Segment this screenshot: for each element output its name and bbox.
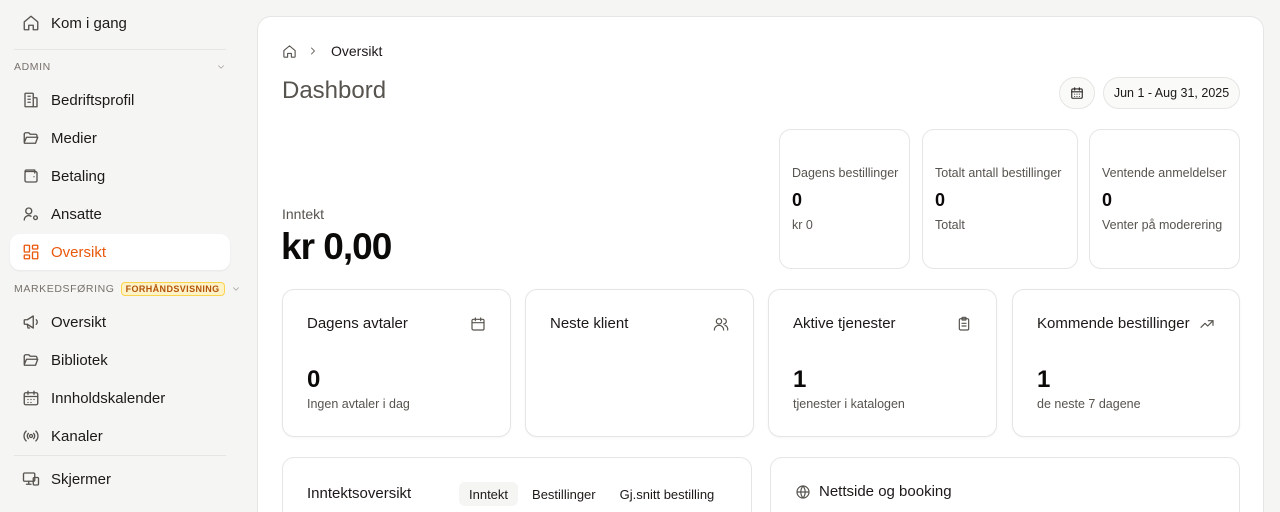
sidebar-item-label: Betaling <box>51 167 106 185</box>
home-icon <box>22 14 40 32</box>
calendar-icon <box>22 389 40 407</box>
website-booking-panel: Nettside og booking <box>770 457 1240 512</box>
sidebar-divider <box>14 455 226 456</box>
revenue-overview-tabs: Inntekt Bestillinger Gj.snitt bestilling <box>459 482 728 506</box>
sidebar-item-ansatte[interactable]: Ansatte <box>10 196 230 232</box>
kpi-value: 0 <box>792 190 803 210</box>
sidebar-item-label: Bibliotek <box>51 351 108 369</box>
globe-icon <box>795 484 811 500</box>
kpi-subtitle: Totalt <box>935 218 965 232</box>
card-value: 1 <box>1037 366 1051 393</box>
card-active-services[interactable]: Aktive tjenester 1 tjenester i katalogen <box>768 289 997 437</box>
wallet-icon <box>22 167 40 185</box>
sidebar-item-label: Oversikt <box>51 313 107 331</box>
sidebar-item-label: Skjermer <box>51 470 112 488</box>
page-title: Dashbord <box>282 77 387 104</box>
kpi-title: Totalt antall bestillinger <box>935 166 1062 180</box>
panel-title: Inntektsoversikt <box>307 485 412 502</box>
sidebar-item-skjermer[interactable]: Skjermer <box>10 461 230 497</box>
card-title: Neste klient <box>550 315 629 332</box>
sidebar-item-label: Bedriftsprofil <box>51 91 135 109</box>
sidebar-item-label: Innholdskalender <box>51 389 166 407</box>
folder-icon <box>22 351 40 369</box>
card-upcoming-orders[interactable]: Kommende bestillinger 1 de neste 7 dagen… <box>1012 289 1240 437</box>
screens-icon <box>22 470 40 488</box>
section-header-markedsforing[interactable]: MARKEDSFØRING FORHÅNDSVISNING <box>14 282 239 296</box>
card-next-client[interactable]: Neste klient <box>525 289 754 437</box>
sidebar-item-label: Kom i gang <box>51 14 127 32</box>
card-value: 1 <box>793 366 807 393</box>
dashboard-icon <box>22 243 40 261</box>
kpi-subtitle: kr 0 <box>792 218 813 232</box>
kpi-todays-orders: Dagens bestillinger 0 kr 0 <box>779 129 910 269</box>
calendar-button[interactable] <box>1059 77 1095 109</box>
radio-icon <box>22 427 40 445</box>
tab-gj-snitt-bestilling[interactable]: Gj.snitt bestilling <box>610 482 725 506</box>
section-title: MARKEDSFØRING <box>14 283 115 295</box>
card-subtitle: tjenester i katalogen <box>793 397 905 411</box>
kpi-title: Ventende anmeldelser <box>1102 166 1227 180</box>
card-title: Aktive tjenester <box>793 315 896 332</box>
preview-badge: FORHÅNDSVISNING <box>120 282 225 296</box>
calendar-icon <box>470 316 486 332</box>
kpi-pending-reviews: Ventende anmeldelser 0 Venter på moderer… <box>1089 129 1240 269</box>
revenue-label: Inntekt <box>282 206 325 222</box>
kpi-subtitle: Venter på moderering <box>1102 218 1223 232</box>
card-todays-appointments[interactable]: Dagens avtaler 0 Ingen avtaler i dag <box>282 289 511 437</box>
kpi-title: Dagens bestillinger <box>792 166 899 180</box>
main-panel: Oversikt Dashbord Jun 1 - Aug 31, 2025 I… <box>257 16 1264 512</box>
chevron-right-icon <box>307 45 319 57</box>
sidebar-item-medier[interactable]: Medier <box>10 120 230 156</box>
panel-title: Nettside og booking <box>819 483 952 500</box>
sidebar-item-innholdskalender[interactable]: Innholdskalender <box>10 380 230 416</box>
sidebar-item-betaling[interactable]: Betaling <box>10 158 230 194</box>
card-title: Dagens avtaler <box>307 315 408 332</box>
card-subtitle: de neste 7 dagene <box>1037 397 1141 411</box>
date-range-button[interactable]: Jun 1 - Aug 31, 2025 <box>1103 77 1240 109</box>
section-title: ADMIN <box>14 61 51 73</box>
user-cog-icon <box>22 205 40 223</box>
breadcrumb-current: Oversikt <box>331 43 383 59</box>
breadcrumb: Oversikt <box>282 41 382 61</box>
card-title: Kommende bestillinger <box>1037 315 1190 332</box>
users-icon <box>713 316 729 332</box>
sidebar-item-oversikt[interactable]: Oversikt <box>10 234 230 270</box>
revenue-value: kr 0,00 <box>281 226 392 267</box>
folder-open-icon <box>22 129 40 147</box>
kpi-value: 0 <box>935 190 946 210</box>
sidebar-item-markedsforing-oversikt[interactable]: Oversikt <box>10 304 230 340</box>
clipboard-icon <box>956 316 972 332</box>
sidebar-item-label: Kanaler <box>51 427 103 445</box>
building-icon <box>22 91 40 109</box>
kpi-total-orders: Totalt antall bestillinger 0 Totalt <box>922 129 1078 269</box>
tab-bestillinger[interactable]: Bestillinger <box>522 482 606 506</box>
calendar-icon <box>1070 86 1084 100</box>
sidebar-item-label: Medier <box>51 129 97 147</box>
chevron-down-icon <box>231 284 241 294</box>
sidebar: Kom i gang ADMIN Bedriftsprofil Medier B… <box>0 0 240 512</box>
section-header-admin[interactable]: ADMIN <box>14 60 226 74</box>
trending-up-icon <box>1199 316 1215 332</box>
kpi-value: 0 <box>1102 190 1113 210</box>
revenue-overview-panel: Inntektsoversikt Inntekt Bestillinger Gj… <box>282 457 752 512</box>
tab-inntekt[interactable]: Inntekt <box>459 482 519 506</box>
megaphone-icon <box>22 313 40 331</box>
card-subtitle: Ingen avtaler i dag <box>307 397 410 411</box>
sidebar-item-kom-i-gang[interactable]: Kom i gang <box>10 5 230 41</box>
sidebar-item-label: Oversikt <box>51 243 107 261</box>
sidebar-divider <box>14 49 226 50</box>
card-value: 0 <box>307 366 321 393</box>
chevron-down-icon <box>216 62 226 72</box>
home-icon[interactable] <box>282 44 297 59</box>
sidebar-item-bibliotek[interactable]: Bibliotek <box>10 342 230 378</box>
sidebar-item-label: Ansatte <box>51 205 102 223</box>
sidebar-item-kanaler[interactable]: Kanaler <box>10 418 230 454</box>
sidebar-item-bedriftsprofil[interactable]: Bedriftsprofil <box>10 82 230 118</box>
